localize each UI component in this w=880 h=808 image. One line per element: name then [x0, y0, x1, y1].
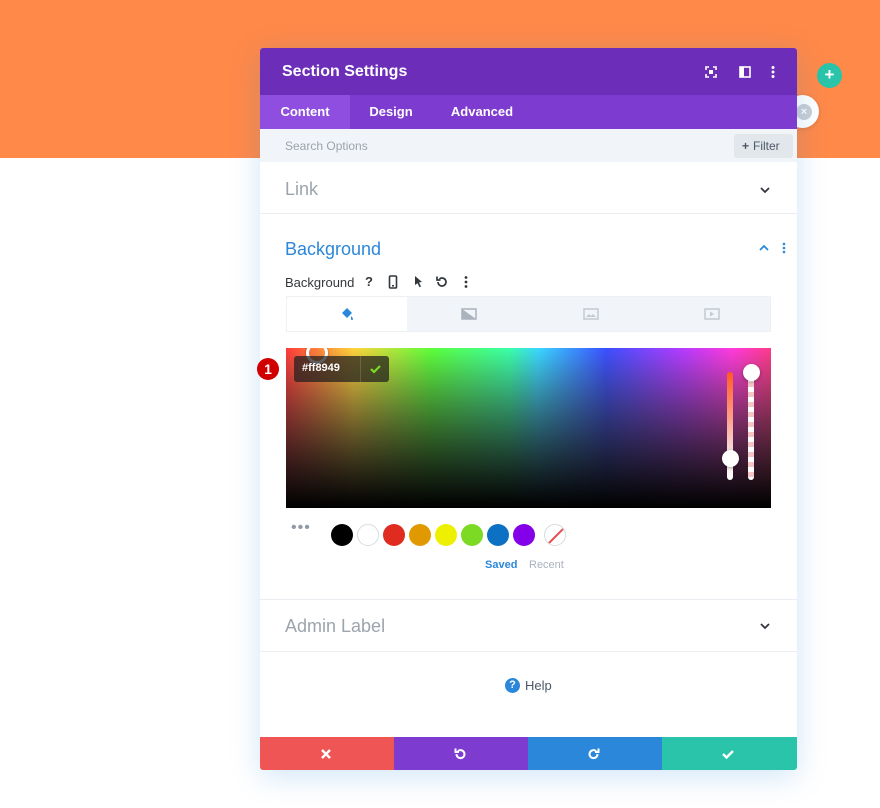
section-settings-modal: Section Settings Content Design Advanced… — [260, 48, 797, 770]
undo-button[interactable] — [394, 737, 528, 770]
gradient-icon — [461, 308, 477, 320]
chevron-up-icon[interactable] — [758, 242, 770, 254]
bg-tab-gradient[interactable] — [408, 297, 528, 331]
bg-tab-image[interactable] — [530, 297, 650, 331]
bg-tab-video[interactable] — [651, 297, 771, 331]
check-icon — [722, 750, 734, 760]
chevron-down-icon[interactable] — [759, 184, 771, 196]
help-label: Help — [525, 678, 552, 693]
step-badge: 1 — [257, 358, 279, 380]
opacity-slider-handle[interactable] — [742, 363, 760, 381]
tab-advanced[interactable]: Advanced — [432, 95, 532, 129]
color-fill-icon — [342, 308, 353, 320]
color-swatch[interactable] — [487, 524, 509, 546]
plus-icon: + — [742, 139, 750, 153]
color-swatch[interactable] — [331, 524, 353, 546]
toggle-admin-label-title[interactable]: Admin Label — [285, 616, 385, 637]
more-vertical-icon[interactable] — [778, 242, 790, 254]
mobile-icon[interactable] — [385, 274, 401, 290]
settings-tab-bar: Content Design Advanced — [260, 95, 797, 129]
close-circle-icon: × — [796, 104, 812, 120]
redo-icon — [588, 748, 600, 760]
hex-color-value[interactable]: #ff8949 — [302, 362, 340, 374]
fullscreen-icon[interactable] — [703, 64, 719, 80]
color-swatch[interactable] — [409, 524, 431, 546]
modal-title: Section Settings — [282, 63, 408, 80]
toggle-background-title[interactable]: Background — [285, 239, 381, 260]
opacity-slider-track[interactable] — [748, 372, 754, 480]
tab-design[interactable]: Design — [350, 95, 432, 129]
filter-button[interactable]: + Filter — [734, 134, 793, 158]
check-icon — [370, 365, 381, 374]
close-icon — [321, 749, 331, 759]
palette-tab-recent[interactable]: Recent — [529, 559, 564, 571]
more-swatches-icon[interactable]: ••• — [291, 520, 311, 542]
clear-color-swatch[interactable] — [544, 524, 566, 546]
image-icon — [583, 308, 599, 320]
color-swatch[interactable] — [383, 524, 405, 546]
hover-cursor-icon[interactable] — [410, 274, 426, 290]
undo-icon — [454, 748, 466, 760]
background-type-tabs — [286, 296, 771, 332]
divider — [260, 651, 797, 652]
help-circle-icon: ? — [505, 678, 520, 693]
search-options-input[interactable] — [285, 136, 705, 156]
color-swatch[interactable] — [357, 524, 379, 546]
search-bar: +Filter — [260, 129, 797, 162]
toggle-link-title[interactable]: Link — [285, 179, 318, 200]
bg-tab-color[interactable] — [287, 297, 407, 331]
discard-button[interactable] — [260, 737, 394, 770]
modal-header: Section Settings — [260, 48, 797, 95]
save-button[interactable] — [662, 737, 797, 770]
more-icon[interactable] — [458, 274, 474, 290]
filter-label: Filter — [753, 139, 780, 153]
color-picker-canvas[interactable]: #ff8949 — [286, 348, 771, 508]
color-swatch[interactable] — [461, 524, 483, 546]
divider — [260, 213, 797, 214]
reset-icon[interactable] — [434, 274, 450, 290]
chevron-down-icon[interactable] — [759, 620, 771, 632]
add-row-button[interactable]: + — [817, 63, 842, 88]
color-swatch[interactable] — [513, 524, 535, 546]
video-icon — [704, 308, 720, 320]
background-option-label: Background — [285, 275, 355, 290]
more-vertical-icon[interactable] — [765, 64, 781, 80]
confirm-color-button[interactable] — [360, 356, 389, 382]
help-icon[interactable]: ? — [361, 274, 377, 290]
tab-content[interactable]: Content — [260, 95, 350, 129]
redo-button[interactable] — [528, 737, 662, 770]
palette-tab-saved[interactable]: Saved — [485, 559, 517, 571]
hex-color-field[interactable]: #ff8949 — [294, 356, 389, 382]
divider — [260, 599, 797, 600]
hue-slider-handle[interactable] — [721, 449, 739, 467]
split-view-icon[interactable] — [737, 64, 753, 80]
color-swatch[interactable] — [435, 524, 457, 546]
